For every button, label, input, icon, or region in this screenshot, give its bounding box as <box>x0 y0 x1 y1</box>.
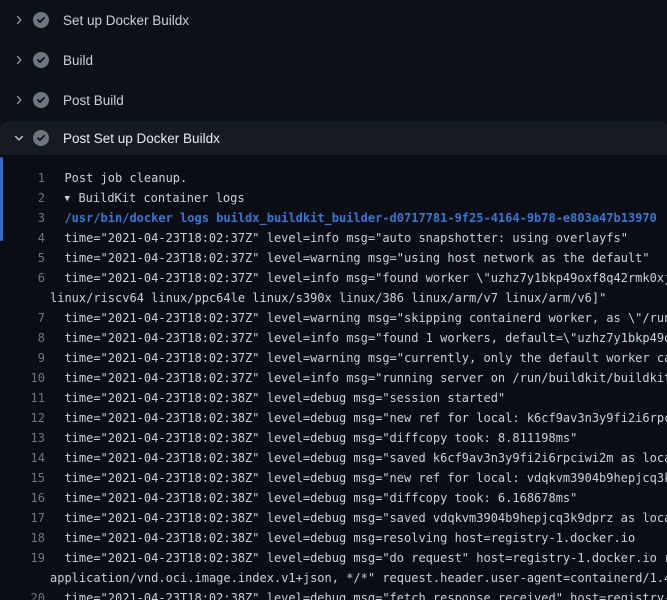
log-line: 5time="2021-04-23T18:02:37Z" level=warni… <box>0 248 667 268</box>
log-line-number[interactable]: 9 <box>0 348 45 368</box>
chevron-right-icon[interactable] <box>11 12 27 28</box>
check-circle-icon <box>33 92 49 108</box>
log-line-number[interactable]: 10 <box>0 368 45 388</box>
log-line: 13time="2021-04-23T18:02:38Z" level=debu… <box>0 428 667 448</box>
step-row-setup-docker-buildx[interactable]: Set up Docker Buildx <box>0 0 667 40</box>
log-line: 11time="2021-04-23T18:02:38Z" level=debu… <box>0 388 667 408</box>
log-line-continuation: application/vnd.oci.image.index.v1+json,… <box>0 568 667 588</box>
chevron-right-icon[interactable] <box>11 92 27 108</box>
log-line-text: time="2021-04-23T18:02:38Z" level=debug … <box>50 408 667 428</box>
log-line-number <box>0 288 45 308</box>
log-line: 18time="2021-04-23T18:02:38Z" level=debu… <box>0 528 667 548</box>
log-line-number[interactable]: 5 <box>0 248 45 268</box>
log-line: 2▼BuildKit container logs <box>0 188 667 208</box>
check-circle-icon <box>33 130 49 146</box>
log-line: 14time="2021-04-23T18:02:38Z" level=debu… <box>0 448 667 468</box>
log-line: 12time="2021-04-23T18:02:38Z" level=debu… <box>0 408 667 428</box>
log-line-number[interactable]: 8 <box>0 328 45 348</box>
log-line-number[interactable]: 19 <box>0 548 45 568</box>
step-row-build[interactable]: Build <box>0 40 667 80</box>
log-line-number[interactable]: 14 <box>0 448 45 468</box>
log-line-number[interactable]: 18 <box>0 528 45 548</box>
log-line-text: time="2021-04-23T18:02:38Z" level=debug … <box>50 508 667 528</box>
check-circle-icon <box>33 52 49 68</box>
log-line-text: time="2021-04-23T18:02:38Z" level=debug … <box>50 528 635 548</box>
log-line: 3/usr/bin/docker logs buildx_buildkit_bu… <box>0 208 667 228</box>
log-line-number[interactable]: 20 <box>0 588 45 600</box>
log-lines: 1Post job cleanup.2▼BuildKit container l… <box>0 168 667 600</box>
log-line-text: time="2021-04-23T18:02:37Z" level=warnin… <box>50 348 667 368</box>
check-circle-icon <box>33 12 49 28</box>
log-line-text: time="2021-04-23T18:02:37Z" level=info m… <box>50 368 667 388</box>
actions-log-panel: Set up Docker Buildx Build <box>0 0 667 600</box>
log-line-text: time="2021-04-23T18:02:38Z" level=debug … <box>50 548 667 568</box>
step-row-post-setup-docker-buildx[interactable]: Post Set up Docker Buildx <box>0 121 667 155</box>
log-line-number[interactable]: 11 <box>0 388 45 408</box>
log-line-number[interactable]: 15 <box>0 468 45 488</box>
log-line-number[interactable]: 7 <box>0 308 45 328</box>
log-line: 20 time="2021-04-23T18:02:38Z" level=debu… <box>0 588 667 600</box>
chevron-right-icon[interactable] <box>11 52 27 68</box>
log-line-text: time="2021-04-23T18:02:37Z" level=info m… <box>50 228 628 248</box>
log-line-text: time="2021-04-23T18:02:38Z" level=debug … <box>50 388 505 408</box>
log-line: 15time="2021-04-23T18:02:38Z" level=debu… <box>0 468 667 488</box>
log-line-number[interactable]: 1 <box>0 168 45 188</box>
log-line: 8time="2021-04-23T18:02:37Z" level=info … <box>0 328 667 348</box>
log-line-text: time="2021-04-23T18:02:38Z" level=debug … <box>50 448 667 468</box>
chevron-down-icon[interactable] <box>11 130 27 146</box>
log-line-text: time="2021-04-23T18:02:38Z" level=debug … <box>50 468 667 488</box>
log-line: 1Post job cleanup. <box>0 168 667 188</box>
step-label: Post Build <box>63 93 124 108</box>
log-line: 10time="2021-04-23T18:02:37Z" level=info… <box>0 368 667 388</box>
log-line-number[interactable]: 4 <box>0 228 45 248</box>
log-line-text: time="2021-04-23T18:02:37Z" level=warnin… <box>50 308 667 328</box>
step-label: Post Set up Docker Buildx <box>63 131 220 146</box>
steps-list: Set up Docker Buildx Build <box>0 0 667 155</box>
log-line-text: time="2021-04-23T18:02:38Z" level=debug … <box>50 588 667 600</box>
log-line-number[interactable]: 2 <box>0 188 45 208</box>
log-line-text: time="2021-04-23T18:02:37Z" level=info m… <box>50 328 667 348</box>
log-line: 19time="2021-04-23T18:02:38Z" level=debu… <box>0 548 667 568</box>
log-line-text: time="2021-04-23T18:02:37Z" level=info m… <box>50 268 667 288</box>
log-line: 17time="2021-04-23T18:02:38Z" level=debu… <box>0 508 667 528</box>
log-line: 9time="2021-04-23T18:02:37Z" level=warni… <box>0 348 667 368</box>
log-line-number[interactable]: 3 <box>0 208 45 228</box>
log-line-continuation: linux/riscv64 linux/ppc64le linux/s390x … <box>0 288 667 308</box>
log-line-number[interactable]: 17 <box>0 508 45 528</box>
log-line-text: time="2021-04-23T18:02:37Z" level=warnin… <box>50 248 650 268</box>
step-label: Set up Docker Buildx <box>63 13 189 28</box>
log-line-number <box>0 568 45 588</box>
log-line: 6time="2021-04-23T18:02:37Z" level=info … <box>0 268 667 288</box>
log-line-number[interactable]: 13 <box>0 428 45 448</box>
log-line-text: application/vnd.oci.image.index.v1+json,… <box>50 568 667 588</box>
group-collapse-triangle-icon[interactable]: ▼ <box>64 189 78 209</box>
log-line-text: time="2021-04-23T18:02:38Z" level=debug … <box>50 488 577 508</box>
log-line-number[interactable]: 6 <box>0 268 45 288</box>
log-line-text: linux/riscv64 linux/ppc64le linux/s390x … <box>50 288 606 308</box>
scroll-indicator[interactable] <box>0 157 3 241</box>
step-row-post-build[interactable]: Post Build <box>0 80 667 120</box>
log-line-text: Post job cleanup. <box>50 168 187 188</box>
log-line-text: time="2021-04-23T18:02:38Z" level=debug … <box>50 428 577 448</box>
log-line-text: ▼BuildKit container logs <box>50 188 245 208</box>
log-line: 4time="2021-04-23T18:02:37Z" level=info … <box>0 228 667 248</box>
log-line-number[interactable]: 16 <box>0 488 45 508</box>
log-command-text: /usr/bin/docker logs buildx_buildkit_bui… <box>50 208 657 228</box>
log-line: 7time="2021-04-23T18:02:37Z" level=warni… <box>0 308 667 328</box>
step-label: Build <box>63 53 93 68</box>
log-viewer[interactable]: 1Post job cleanup.2▼BuildKit container l… <box>0 155 667 600</box>
log-line-number[interactable]: 12 <box>0 408 45 428</box>
log-line: 16time="2021-04-23T18:02:38Z" level=debu… <box>0 488 667 508</box>
